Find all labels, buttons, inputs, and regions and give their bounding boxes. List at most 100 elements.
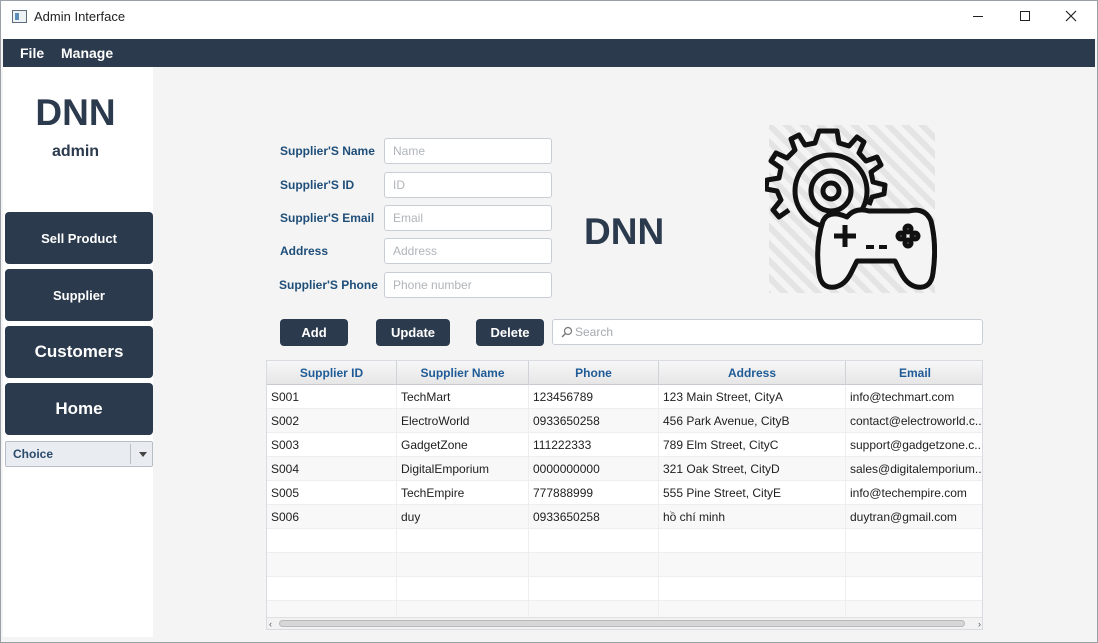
cell-phone: 111222333 bbox=[529, 433, 659, 457]
sell-product-button[interactable]: Sell Product bbox=[5, 212, 153, 264]
empty-cell bbox=[267, 529, 397, 553]
supplier-phone-label: Supplier'S Phone bbox=[279, 278, 378, 292]
chevron-down-icon[interactable] bbox=[139, 452, 147, 457]
gear-gamepad-icon bbox=[765, 125, 937, 293]
search-icon bbox=[561, 326, 573, 338]
cell-phone: 0933650258 bbox=[529, 409, 659, 433]
column-supplier-id[interactable]: Supplier ID bbox=[267, 361, 397, 385]
supplier-button[interactable]: Supplier bbox=[5, 269, 153, 321]
cell-supplier-name: ElectroWorld bbox=[397, 409, 529, 433]
supplier-email-input[interactable] bbox=[384, 205, 552, 231]
cell-email: duytran@gmail.com bbox=[846, 505, 982, 529]
customers-button[interactable]: Customers bbox=[5, 326, 153, 378]
table-header: Supplier ID Supplier Name Phone Address … bbox=[267, 361, 982, 385]
cell-phone: 777888999 bbox=[529, 481, 659, 505]
empty-cell bbox=[659, 529, 846, 553]
cell-address: 123 Main Street, CityA bbox=[659, 385, 846, 409]
empty-cell bbox=[659, 553, 846, 577]
cell-address: 456 Park Avenue, CityB bbox=[659, 409, 846, 433]
scroll-left-icon[interactable]: ‹ bbox=[269, 619, 272, 629]
close-icon bbox=[1065, 10, 1077, 22]
cell-email: contact@electroworld.c... bbox=[846, 409, 982, 433]
empty-cell bbox=[659, 577, 846, 601]
cell-email: support@gadgetzone.c... bbox=[846, 433, 982, 457]
cell-address: hồ chí minh bbox=[659, 505, 846, 529]
empty-cell bbox=[267, 553, 397, 577]
choice-separator bbox=[130, 444, 131, 464]
column-phone[interactable]: Phone bbox=[529, 361, 659, 385]
supplier-address-label: Address bbox=[280, 244, 329, 258]
search-input[interactable] bbox=[575, 322, 975, 342]
cell-supplier-id: S005 bbox=[267, 481, 397, 505]
empty-row bbox=[267, 553, 982, 577]
empty-cell bbox=[397, 577, 529, 601]
app-window-icon bbox=[12, 10, 27, 23]
column-email[interactable]: Email bbox=[846, 361, 982, 385]
update-button[interactable]: Update bbox=[376, 319, 450, 346]
supplier-address-input[interactable] bbox=[384, 238, 552, 264]
maximize-icon bbox=[1020, 11, 1030, 21]
cell-supplier-id: S001 bbox=[267, 385, 397, 409]
empty-row bbox=[267, 529, 982, 553]
empty-cell bbox=[397, 553, 529, 577]
cell-supplier-name: TechEmpire bbox=[397, 481, 529, 505]
cell-supplier-id: S002 bbox=[267, 409, 397, 433]
menu-file[interactable]: File bbox=[20, 45, 44, 61]
supplier-phone-input[interactable] bbox=[384, 272, 552, 298]
column-address[interactable]: Address bbox=[659, 361, 846, 385]
empty-row bbox=[267, 577, 982, 601]
cell-supplier-name: duy bbox=[397, 505, 529, 529]
cell-supplier-name: DigitalEmporium bbox=[397, 457, 529, 481]
cell-phone: 0000000000 bbox=[529, 457, 659, 481]
table-row[interactable]: S002 ElectroWorld 0933650258 456 Park Av… bbox=[267, 409, 982, 433]
table-row[interactable]: S006 duy 0933650258 hồ chí minh duytran@… bbox=[267, 505, 982, 529]
horizontal-scrollbar[interactable]: ‹ › bbox=[267, 617, 982, 629]
close-button[interactable] bbox=[1048, 1, 1094, 31]
column-supplier-name[interactable]: Supplier Name bbox=[397, 361, 529, 385]
title-bar: Admin Interface bbox=[1, 1, 1097, 39]
choice-dropdown[interactable]: Choice bbox=[5, 441, 153, 467]
menu-manage[interactable]: Manage bbox=[61, 45, 113, 61]
search-field[interactable] bbox=[552, 319, 983, 345]
cell-address: 789 Elm Street, CityC bbox=[659, 433, 846, 457]
choice-dropdown-label: Choice bbox=[13, 447, 54, 461]
cell-supplier-id: S003 bbox=[267, 433, 397, 457]
supplier-name-label: Supplier'S Name bbox=[280, 144, 375, 158]
table-row[interactable]: S004 DigitalEmporium 0000000000 321 Oak … bbox=[267, 457, 982, 481]
cell-supplier-id: S004 bbox=[267, 457, 397, 481]
cell-supplier-name: TechMart bbox=[397, 385, 529, 409]
minimize-button[interactable] bbox=[955, 1, 1001, 31]
cell-email: info@techempire.com bbox=[846, 481, 982, 505]
sidebar-brand: DNN bbox=[35, 92, 116, 133]
sidebar: DNN admin Sell Product Supplier Customer… bbox=[3, 67, 153, 637]
center-brand: DNN bbox=[584, 211, 665, 252]
table-row[interactable]: S005 TechEmpire 777888999 555 Pine Stree… bbox=[267, 481, 982, 505]
supplier-email-label: Supplier'S Email bbox=[280, 211, 375, 225]
empty-cell bbox=[397, 529, 529, 553]
empty-cell bbox=[529, 529, 659, 553]
delete-button[interactable]: Delete bbox=[476, 319, 544, 346]
supplier-name-input[interactable] bbox=[384, 138, 552, 164]
cell-address: 555 Pine Street, CityE bbox=[659, 481, 846, 505]
add-button[interactable]: Add bbox=[280, 319, 348, 346]
sidebar-username: admin bbox=[51, 143, 100, 160]
empty-cell bbox=[529, 553, 659, 577]
home-button[interactable]: Home bbox=[5, 383, 153, 435]
cell-email: info@techmart.com bbox=[846, 385, 982, 409]
menu-bar: File Manage bbox=[3, 39, 1095, 67]
cell-supplier-id: S006 bbox=[267, 505, 397, 529]
empty-cell bbox=[529, 577, 659, 601]
cell-email: sales@digitalemporium.... bbox=[846, 457, 982, 481]
supplier-id-label: Supplier'S ID bbox=[280, 178, 355, 192]
table-row[interactable]: S003 GadgetZone 111222333 789 Elm Street… bbox=[267, 433, 982, 457]
supplier-id-input[interactable] bbox=[384, 172, 552, 198]
scrollbar-thumb[interactable] bbox=[279, 620, 965, 627]
scroll-right-icon[interactable]: › bbox=[978, 619, 981, 629]
cell-supplier-name: GadgetZone bbox=[397, 433, 529, 457]
maximize-button[interactable] bbox=[1002, 1, 1048, 31]
table-row[interactable]: S001 TechMart 123456789 123 Main Street,… bbox=[267, 385, 982, 409]
window-title: Admin Interface bbox=[34, 9, 126, 24]
empty-cell bbox=[267, 577, 397, 601]
supplier-table: Supplier ID Supplier Name Phone Address … bbox=[266, 360, 983, 630]
minimize-icon bbox=[973, 15, 983, 17]
